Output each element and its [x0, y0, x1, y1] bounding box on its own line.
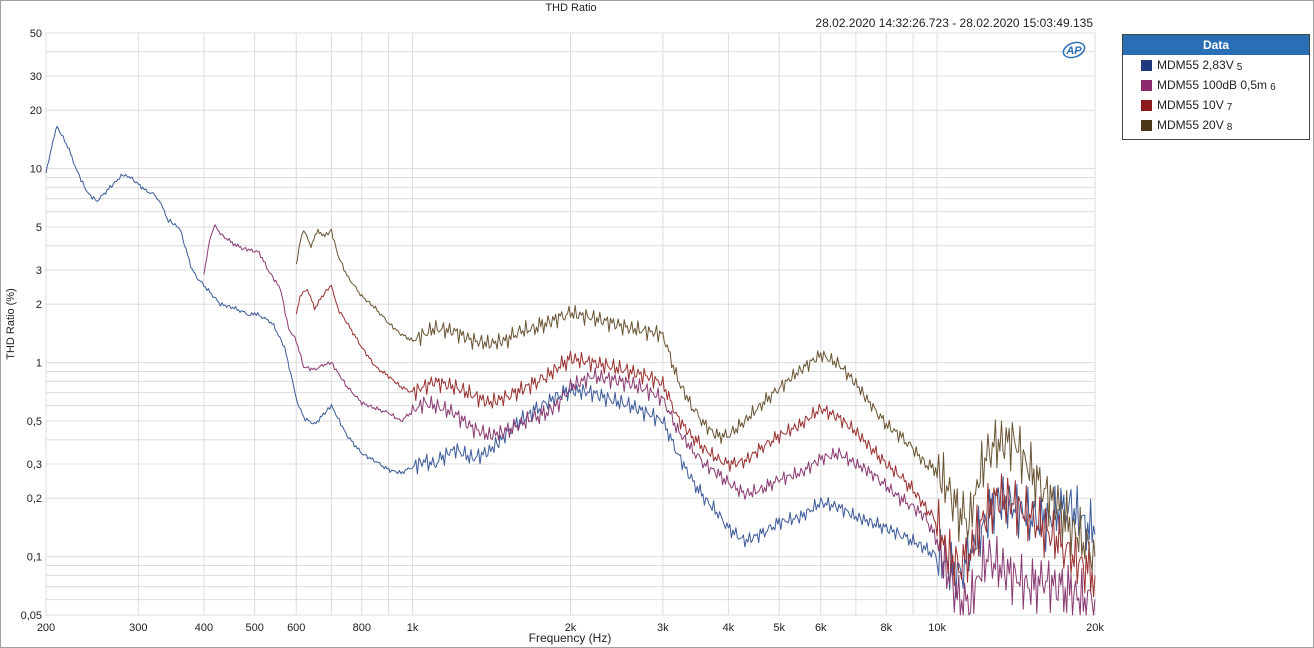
timestamp-range: 28.02.2020 14:32:26.723 - 28.02.2020 15:… — [815, 16, 1093, 30]
legend-swatch — [1141, 59, 1152, 71]
chart-title: THD Ratio — [545, 2, 596, 14]
x-tick-label: 300 — [129, 622, 147, 634]
legend-item[interactable]: MDM55 20V 8 — [1123, 115, 1309, 135]
y-tick-label: 30 — [30, 71, 42, 83]
y-axis-label: THD Ratio (%) — [5, 288, 17, 360]
thd-chart: THD Ratio 28.02.2020 14:32:26.723 - 28.0… — [5, 2, 1104, 645]
x-tick-label: 5k — [773, 622, 785, 634]
x-tick-label: 3k — [657, 622, 669, 634]
legend-item-name: MDM55 20V — [1157, 118, 1224, 132]
legend-item-index: 8 — [1226, 121, 1233, 133]
legend-title: Data — [1123, 35, 1309, 55]
y-tick-label: 50 — [30, 28, 42, 40]
legend-item[interactable]: MDM55 10V 7 — [1123, 95, 1309, 115]
y-tick-label: 10 — [30, 164, 42, 176]
legend-item-name: MDM55 10V — [1157, 98, 1224, 112]
y-tick-label: 0,5 — [27, 416, 42, 428]
y-tick-label: 0,05 — [21, 610, 42, 622]
y-tick-label: 3 — [36, 265, 42, 277]
legend-swatch — [1141, 119, 1152, 131]
legend-item-index: 6 — [1270, 81, 1276, 93]
legend-item-name: MDM55 100dB 0,5m — [1157, 78, 1268, 92]
x-tick-label: 20k — [1086, 622, 1104, 634]
y-tick-label: 20 — [30, 105, 42, 117]
legend-item[interactable]: MDM55 2,83V 5 — [1123, 55, 1309, 75]
x-tick-label: 8k — [880, 622, 892, 634]
x-tick-label: 500 — [246, 622, 264, 634]
y-tick-label: 2 — [36, 299, 42, 311]
x-tick-label: 400 — [195, 622, 213, 634]
y-tick-label: 0,3 — [27, 459, 42, 471]
legend-panel[interactable]: Data MDM55 2,83V 5 MDM55 100dB 0,5m 6 MD… — [1122, 34, 1310, 140]
x-tick-label: 4k — [723, 622, 735, 634]
x-axis-label: Frequency (Hz) — [529, 631, 612, 645]
x-tick-label: 800 — [353, 622, 371, 634]
y-tick-label: 0,1 — [27, 552, 42, 564]
legend-item-name: MDM55 2,83V — [1157, 58, 1234, 72]
legend-swatch — [1141, 79, 1152, 91]
x-tick-label: 600 — [287, 622, 305, 634]
legend-item-index: 5 — [1236, 61, 1243, 73]
x-tick-label: 6k — [815, 622, 827, 634]
x-tick-label: 200 — [37, 622, 55, 634]
y-tick-label: 0,2 — [27, 493, 42, 505]
x-tick-label: 1k — [407, 622, 419, 634]
legend-item-index: 7 — [1226, 101, 1233, 113]
y-tick-label: 1 — [36, 358, 42, 370]
y-tick-label: 5 — [36, 222, 42, 234]
ap-logo-text: AP — [1065, 45, 1082, 57]
x-tick-label: 10k — [928, 622, 946, 634]
y-tick-labels: 50 30 20 10 5 3 2 1 0,5 0,3 0,2 0,1 0,05 — [21, 28, 42, 622]
legend-swatch — [1141, 99, 1152, 111]
legend-item[interactable]: MDM55 100dB 0,5m 6 — [1123, 75, 1309, 95]
